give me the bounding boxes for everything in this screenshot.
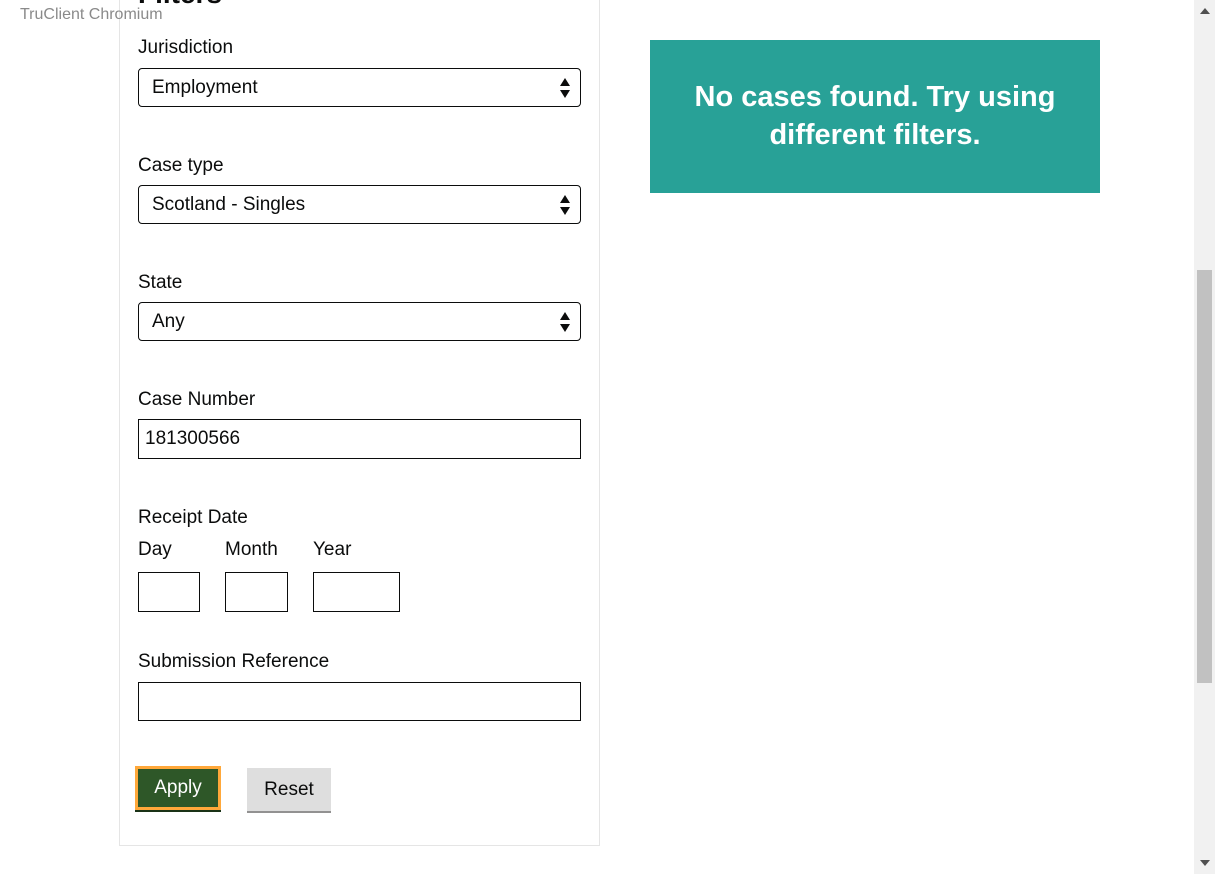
select-arrows-icon	[560, 311, 570, 332]
state-label: State	[138, 272, 183, 293]
case-type-select-value: Scotland - Singles	[152, 193, 306, 215]
receipt-month-label: Month	[225, 539, 278, 560]
select-arrows-icon	[560, 194, 570, 215]
scroll-down-arrow-icon[interactable]	[1200, 860, 1210, 866]
receipt-year-input[interactable]	[313, 572, 400, 612]
no-cases-notice: No cases found. Try using different filt…	[650, 40, 1100, 193]
watermark: TruClient Chromium	[20, 6, 163, 23]
receipt-month-input[interactable]	[225, 572, 288, 612]
receipt-day-input[interactable]	[138, 572, 200, 612]
state-select-value: Any	[152, 310, 185, 332]
reset-button[interactable]: Reset	[247, 768, 331, 811]
case-type-label: Case type	[138, 155, 224, 176]
apply-button[interactable]: Apply	[135, 766, 221, 810]
receipt-day-label: Day	[138, 539, 172, 560]
scroll-up-arrow-icon[interactable]	[1200, 8, 1210, 14]
scrollbar-thumb[interactable]	[1197, 270, 1212, 683]
jurisdiction-label: Jurisdiction	[138, 37, 234, 58]
case-number-input[interactable]: 181300566	[138, 419, 581, 459]
jurisdiction-select[interactable]: Employment	[138, 68, 581, 107]
receipt-year-label: Year	[313, 539, 352, 560]
case-type-select[interactable]: Scotland - Singles	[138, 185, 581, 224]
submission-reference-input[interactable]	[138, 682, 581, 721]
select-arrows-icon	[560, 77, 570, 98]
submission-reference-label: Submission Reference	[138, 651, 330, 672]
case-number-label: Case Number	[138, 389, 256, 410]
receipt-date-label: Receipt Date	[138, 507, 248, 528]
no-cases-message: No cases found. Try using different filt…	[694, 81, 1056, 151]
state-select[interactable]: Any	[138, 302, 581, 341]
vertical-scrollbar[interactable]	[1194, 0, 1215, 874]
jurisdiction-select-value: Employment	[152, 76, 258, 98]
